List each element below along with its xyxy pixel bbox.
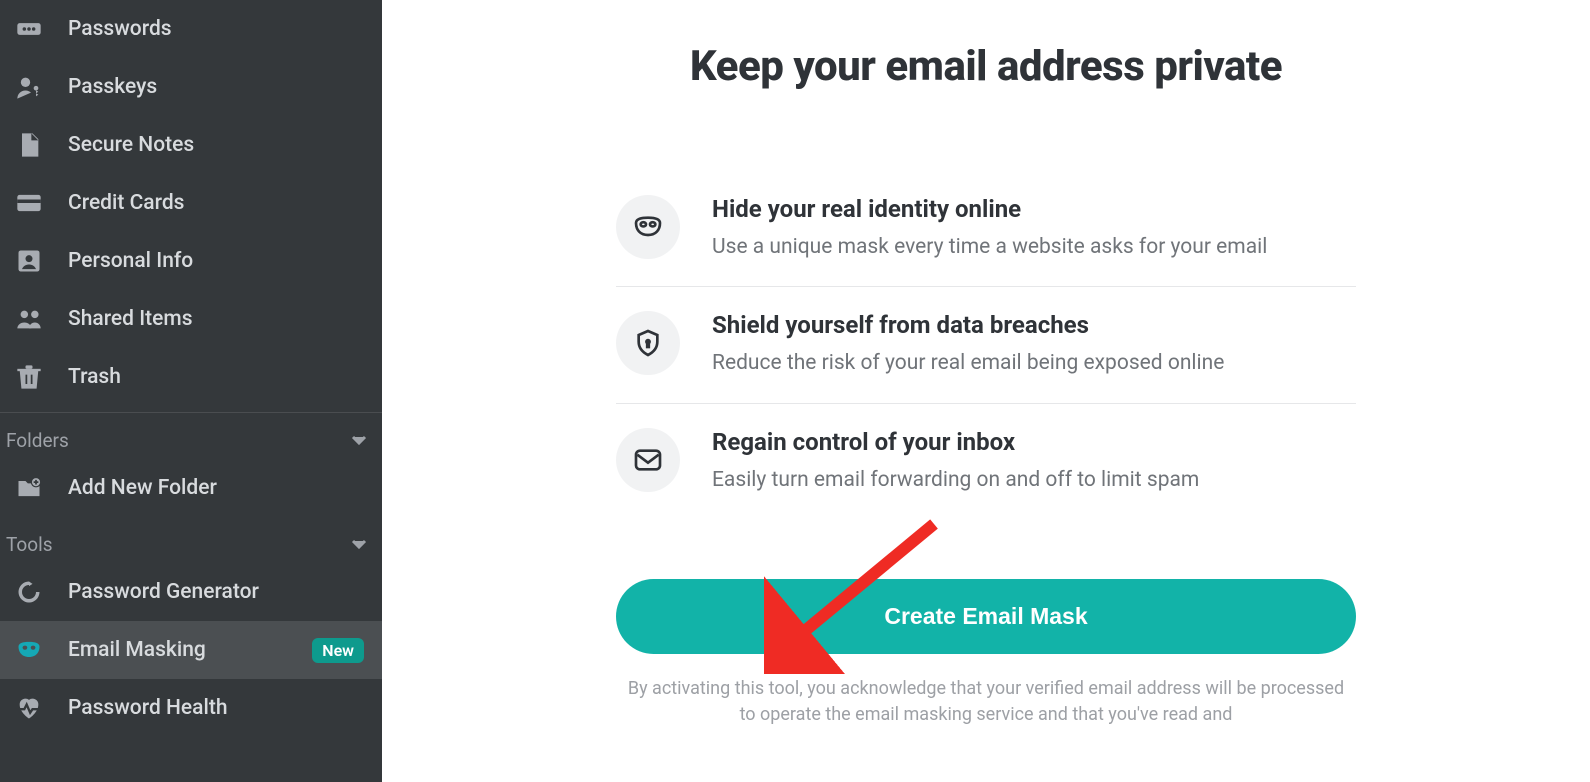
mail-icon [616,428,680,492]
feature-description: Easily turn email forwarding on and off … [712,466,1199,495]
folders-section-header[interactable]: Folders [0,413,382,459]
feature-description: Use a unique mask every time a website a… [712,233,1267,262]
feature-heading: Hide your real identity online [712,195,1267,223]
tools-section-header[interactable]: Tools [0,517,382,563]
chevron-down-icon [346,427,372,453]
feature-heading: Shield yourself from data breaches [712,311,1224,339]
page-title: Keep your email address private [616,42,1356,91]
feature-description: Reduce the risk of your real email being… [712,349,1224,378]
sidebar-item-label: Shared Items [68,307,193,331]
feature-inbox-control: Regain control of your inbox Easily turn… [616,403,1356,519]
sidebar-item-label: Passkeys [68,75,157,99]
sidebar-item-shared-items[interactable]: Shared Items [0,290,382,348]
shield-icon [616,311,680,375]
personal-info-icon [14,246,44,276]
sidebar-item-label: Personal Info [68,249,193,273]
sidebar-tool-password-generator[interactable]: Password Generator [0,563,382,621]
passkeys-icon [14,72,44,102]
mask-icon [14,635,44,665]
main-content: Keep your email address private Hide you… [382,0,1590,782]
sidebar: Passwords Passkeys Secure Notes Credit C… [0,0,382,782]
health-icon [14,693,44,723]
add-folder-icon [14,473,44,503]
mask-icon [616,195,680,259]
sidebar-add-folder[interactable]: Add New Folder [0,459,382,517]
feature-heading: Regain control of your inbox [712,428,1199,456]
section-label: Folders [6,429,69,452]
sidebar-item-secure-notes[interactable]: Secure Notes [0,116,382,174]
shared-icon [14,304,44,334]
sidebar-item-label: Credit Cards [68,191,184,215]
chevron-down-icon [346,531,372,557]
section-label: Tools [6,533,53,556]
sidebar-item-label: Password Generator [68,580,259,604]
sidebar-item-passkeys[interactable]: Passkeys [0,58,382,116]
disclaimer-text: By activating this tool, you acknowledge… [616,676,1356,728]
feature-list: Hide your real identity online Use a uni… [616,171,1356,519]
feature-shield-breaches: Shield yourself from data breaches Reduc… [616,286,1356,402]
sidebar-tool-email-masking[interactable]: Email Masking New [0,621,382,679]
sidebar-item-label: Trash [68,365,121,389]
trash-icon [14,362,44,392]
create-email-mask-button[interactable]: Create Email Mask [616,579,1356,654]
feature-hide-identity: Hide your real identity online Use a uni… [616,171,1356,286]
generator-icon [14,577,44,607]
sidebar-item-label: Passwords [68,17,172,41]
sidebar-item-label: Add New Folder [68,476,217,500]
credit-card-icon [14,188,44,218]
sidebar-item-credit-cards[interactable]: Credit Cards [0,174,382,232]
sidebar-item-passwords[interactable]: Passwords [0,0,382,58]
sidebar-item-personal-info[interactable]: Personal Info [0,232,382,290]
sidebar-tool-password-health[interactable]: Password Health [0,679,382,737]
note-icon [14,130,44,160]
sidebar-item-trash[interactable]: Trash [0,348,382,406]
new-badge: New [312,638,364,663]
sidebar-item-label: Email Masking [68,638,206,662]
passwords-icon [14,14,44,44]
sidebar-item-label: Password Health [68,696,228,720]
sidebar-item-label: Secure Notes [68,133,194,157]
